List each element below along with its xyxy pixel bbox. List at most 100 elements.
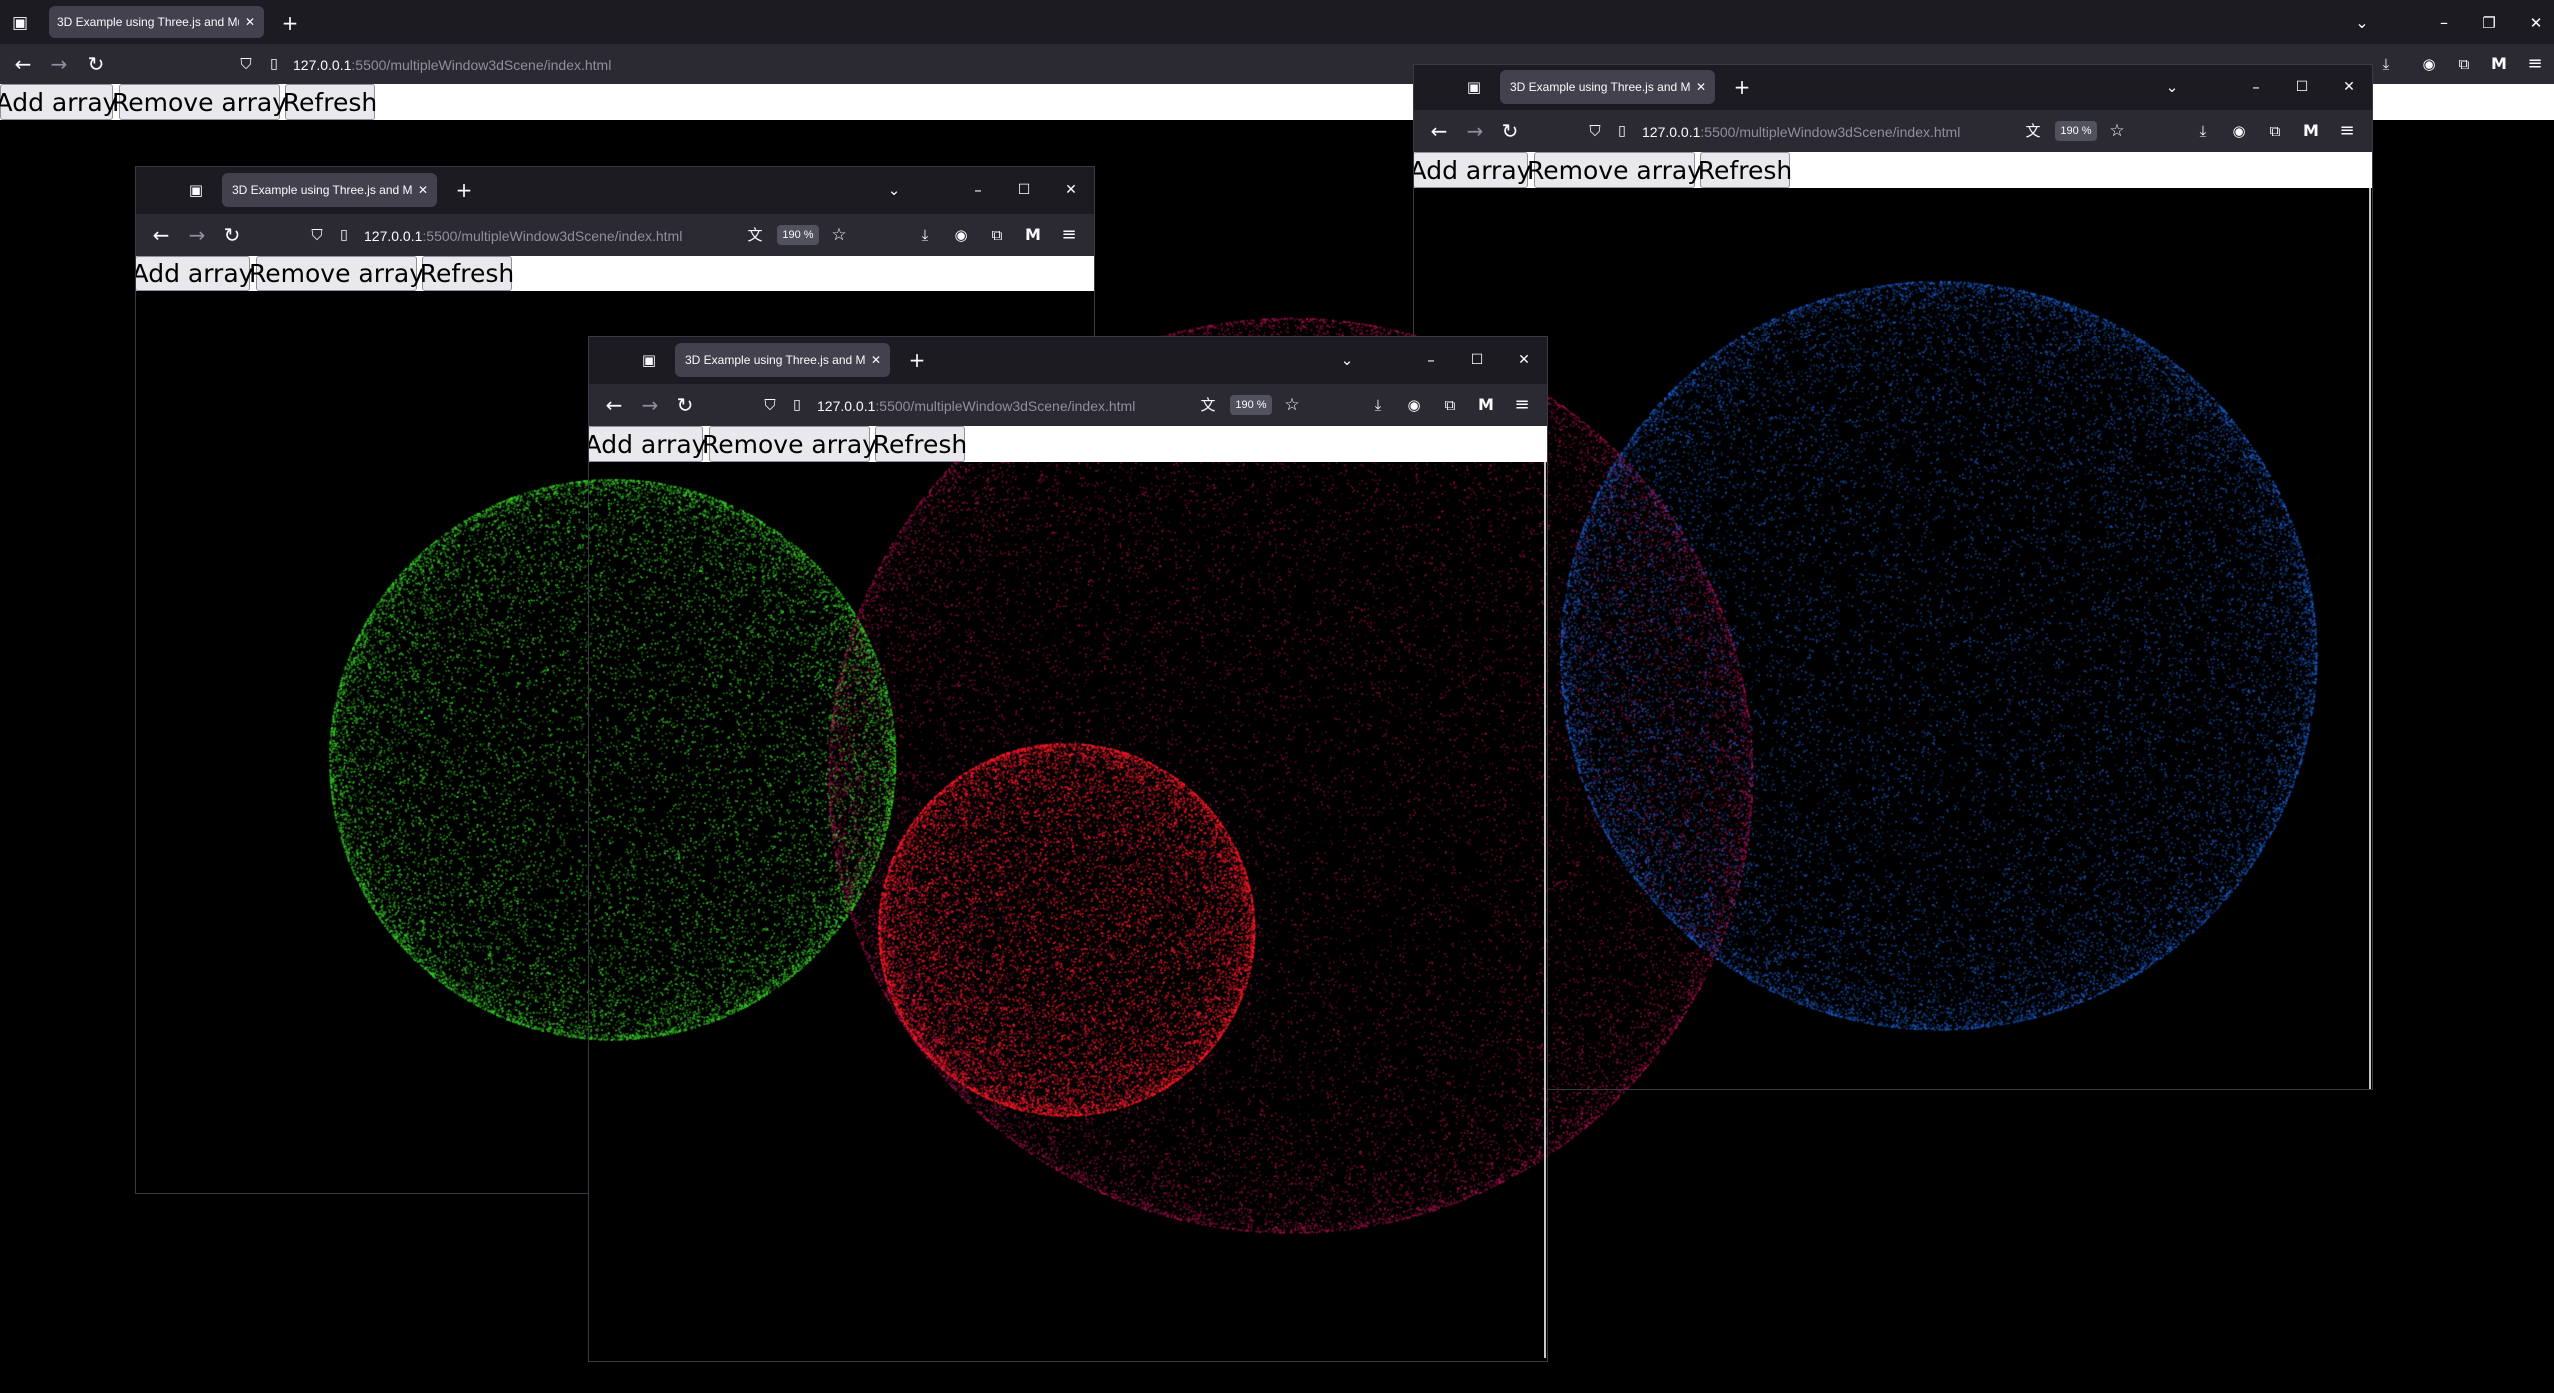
extension-m-icon[interactable]: M bbox=[1476, 395, 1496, 415]
close-window-icon[interactable]: ✕ bbox=[1513, 350, 1535, 370]
minimize-icon[interactable]: – bbox=[2433, 12, 2455, 34]
back-icon[interactable]: ← bbox=[1428, 120, 1450, 142]
maximize-icon[interactable]: ☐ bbox=[2291, 77, 2313, 97]
page-icon[interactable]: ▯ bbox=[1612, 121, 1632, 141]
remove-array-button[interactable]: Remove array bbox=[1527, 152, 1702, 188]
center-scrollbar[interactable] bbox=[1544, 462, 1546, 1358]
center-active-tab[interactable]: 3D Example using Three.js and Mul ✕ bbox=[675, 343, 890, 377]
remove-array-button[interactable]: Remove array bbox=[702, 426, 877, 462]
star-icon[interactable]: ☆ bbox=[2107, 121, 2127, 141]
extensions-icon[interactable]: ⧉ bbox=[987, 225, 1007, 245]
back-icon[interactable]: ← bbox=[603, 394, 625, 416]
left-active-tab[interactable]: 3D Example using Three.js and Mul ✕ bbox=[222, 173, 437, 207]
close-window-icon[interactable]: ✕ bbox=[2525, 12, 2547, 34]
extensions-icon[interactable]: ⧉ bbox=[1440, 395, 1460, 415]
menu-icon[interactable]: ≡ bbox=[2525, 54, 2545, 74]
page-icon[interactable]: ▯ bbox=[264, 54, 284, 74]
minimize-icon[interactable]: – bbox=[967, 180, 989, 200]
chevron-down-icon[interactable]: ⌄ bbox=[1336, 350, 1358, 370]
right-scrollbar[interactable] bbox=[2369, 188, 2371, 1090]
account-icon[interactable]: ◉ bbox=[2419, 54, 2439, 74]
zoom-badge[interactable]: 190 % bbox=[2055, 121, 2097, 141]
close-tab-icon[interactable]: ✕ bbox=[871, 353, 881, 367]
close-tab-icon[interactable]: ✕ bbox=[1696, 80, 1706, 94]
restore-icon[interactable]: ❐ bbox=[2478, 12, 2500, 34]
extension-m-icon[interactable]: M bbox=[2301, 121, 2321, 141]
close-tab-icon[interactable]: ✕ bbox=[418, 183, 428, 197]
account-icon[interactable]: ◉ bbox=[2229, 121, 2249, 141]
right-active-tab[interactable]: 3D Example using Three.js and Mul ✕ bbox=[1500, 70, 1715, 104]
refresh-button[interactable]: Refresh bbox=[1698, 152, 1792, 188]
reload-icon[interactable]: ↻ bbox=[85, 53, 107, 75]
extensions-icon[interactable]: ⧉ bbox=[2454, 54, 2474, 74]
shield-icon[interactable]: ⛉ bbox=[236, 54, 256, 74]
tab-list-icon[interactable]: ▣ bbox=[638, 350, 660, 370]
download-icon[interactable]: ⤓ bbox=[2193, 121, 2213, 141]
minimize-icon[interactable]: – bbox=[2245, 77, 2267, 97]
left-url-field[interactable]: 127.0.0.1:5500/multipleWindow3dScene/ind… bbox=[364, 226, 682, 246]
reload-icon[interactable]: ↻ bbox=[674, 394, 696, 416]
forward-icon[interactable]: → bbox=[186, 224, 208, 246]
close-window-icon[interactable]: ✕ bbox=[1060, 180, 1082, 200]
account-icon[interactable]: ◉ bbox=[951, 225, 971, 245]
forward-icon[interactable]: → bbox=[639, 394, 661, 416]
translate-icon[interactable]: 文 bbox=[2023, 121, 2043, 141]
chevron-down-icon[interactable]: ⌄ bbox=[2351, 12, 2373, 34]
new-tab-icon[interactable]: + bbox=[1731, 77, 1753, 97]
forward-icon[interactable]: → bbox=[48, 53, 70, 75]
tab-list-icon[interactable]: ▣ bbox=[185, 180, 207, 200]
back-icon[interactable]: ← bbox=[12, 53, 34, 75]
tab-list-icon[interactable]: ▣ bbox=[8, 12, 32, 34]
translate-icon[interactable]: 文 bbox=[745, 225, 765, 245]
right-url-field[interactable]: 127.0.0.1:5500/multipleWindow3dScene/ind… bbox=[1642, 122, 1960, 142]
refresh-button[interactable]: Refresh bbox=[283, 84, 377, 120]
extension-m-icon[interactable]: M bbox=[2489, 54, 2509, 74]
page-icon[interactable]: ▯ bbox=[334, 225, 354, 245]
add-array-button[interactable]: Add array bbox=[1413, 152, 1531, 188]
chevron-down-icon[interactable]: ⌄ bbox=[883, 180, 905, 200]
menu-icon[interactable]: ≡ bbox=[2337, 121, 2357, 141]
shield-icon[interactable]: ⛉ bbox=[760, 395, 780, 415]
add-array-button[interactable]: Add array bbox=[0, 84, 117, 120]
maximize-icon[interactable]: ☐ bbox=[1013, 180, 1035, 200]
extension-m-icon[interactable]: M bbox=[1023, 225, 1043, 245]
star-icon[interactable]: ☆ bbox=[829, 225, 849, 245]
reload-icon[interactable]: ↻ bbox=[221, 224, 243, 246]
center-url-field[interactable]: 127.0.0.1:5500/multipleWindow3dScene/ind… bbox=[817, 396, 1135, 416]
close-window-icon[interactable]: ✕ bbox=[2338, 77, 2360, 97]
download-icon[interactable]: ⤓ bbox=[1368, 395, 1388, 415]
new-tab-icon[interactable]: + bbox=[453, 180, 475, 200]
left-button-bar: Add array Remove array Refresh bbox=[135, 256, 1095, 291]
main-url-field[interactable]: 127.0.0.1:5500/multipleWindow3dScene/ind… bbox=[293, 55, 611, 75]
tab-list-icon[interactable]: ▣ bbox=[1463, 77, 1485, 97]
shield-icon[interactable]: ⛉ bbox=[307, 225, 327, 245]
extensions-icon[interactable]: ⧉ bbox=[2265, 121, 2285, 141]
download-icon[interactable]: ⤓ bbox=[2376, 54, 2396, 74]
menu-icon[interactable]: ≡ bbox=[1512, 395, 1532, 415]
minimize-icon[interactable]: – bbox=[1420, 350, 1442, 370]
maximize-icon[interactable]: ☐ bbox=[1466, 350, 1488, 370]
remove-array-button[interactable]: Remove array bbox=[249, 256, 424, 291]
shield-icon[interactable]: ⛉ bbox=[1585, 121, 1605, 141]
refresh-button[interactable]: Refresh bbox=[420, 256, 514, 291]
new-tab-icon[interactable]: + bbox=[906, 350, 928, 370]
forward-icon[interactable]: → bbox=[1464, 120, 1486, 142]
refresh-button[interactable]: Refresh bbox=[873, 426, 967, 462]
translate-icon[interactable]: 文 bbox=[1198, 395, 1218, 415]
chevron-down-icon[interactable]: ⌄ bbox=[2161, 77, 2183, 97]
zoom-badge[interactable]: 190 % bbox=[777, 225, 819, 245]
main-active-tab[interactable]: 3D Example using Three.js and Mul ✕ bbox=[49, 6, 264, 38]
download-icon[interactable]: ⤓ bbox=[915, 225, 935, 245]
add-array-button[interactable]: Add array bbox=[135, 256, 253, 291]
close-tab-icon[interactable]: ✕ bbox=[245, 15, 255, 29]
account-icon[interactable]: ◉ bbox=[1404, 395, 1424, 415]
star-icon[interactable]: ☆ bbox=[1282, 395, 1302, 415]
remove-array-button[interactable]: Remove array bbox=[112, 84, 287, 120]
reload-icon[interactable]: ↻ bbox=[1499, 120, 1521, 142]
page-icon[interactable]: ▯ bbox=[787, 395, 807, 415]
zoom-badge[interactable]: 190 % bbox=[1230, 395, 1272, 415]
back-icon[interactable]: ← bbox=[150, 224, 172, 246]
menu-icon[interactable]: ≡ bbox=[1059, 225, 1079, 245]
add-array-button[interactable]: Add array bbox=[588, 426, 706, 462]
new-tab-icon[interactable]: + bbox=[279, 12, 301, 34]
